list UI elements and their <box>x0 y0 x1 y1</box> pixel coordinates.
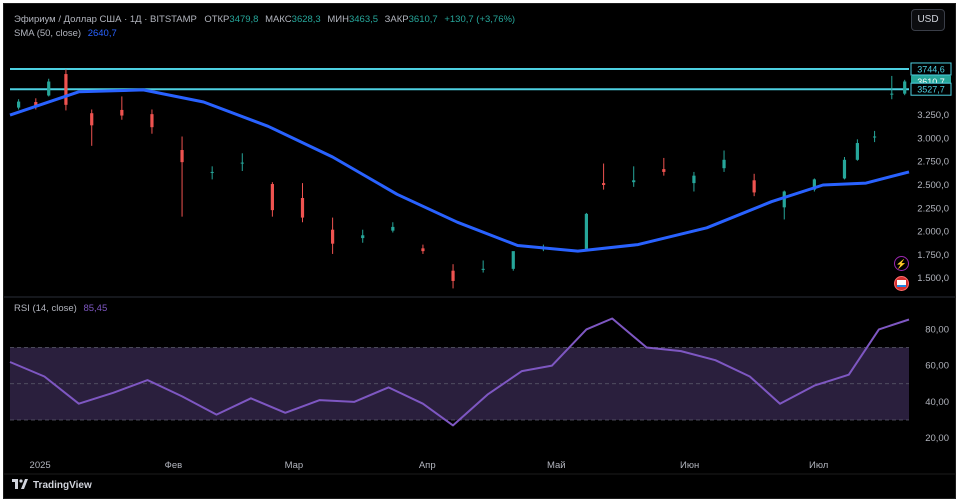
flag-glyph <box>897 280 906 287</box>
candle-body-7 <box>180 150 184 163</box>
x-tick-label-2: Мар <box>285 460 304 471</box>
candle-body-17 <box>481 268 485 270</box>
candle-body-0 <box>17 101 21 108</box>
candle-body-18 <box>511 251 515 269</box>
high-value: 3628,3 <box>291 14 321 25</box>
rsi-tick-label-0: 20,00 <box>925 433 949 444</box>
candle-body-5 <box>120 109 124 116</box>
rsi-legend-label: RSI (14, close) <box>14 303 77 314</box>
sma-line <box>9 88 910 253</box>
x-tick-label-1: Фев <box>165 460 183 471</box>
candle-body-20 <box>584 213 588 250</box>
rsi-tick-label-1: 40,00 <box>925 397 949 408</box>
tradingview-logo-icon <box>12 479 28 492</box>
candle-body-25 <box>722 159 726 169</box>
candle-body-8 <box>210 171 214 173</box>
rsi-tick-label-3: 80,00 <box>925 324 949 335</box>
close-value: 3610,7 <box>408 14 438 25</box>
candle-body-21 <box>601 183 606 185</box>
candle-body-26 <box>752 180 756 193</box>
x-tick-label-4: Май <box>547 460 566 471</box>
candle-body-24 <box>692 175 696 184</box>
x-tick-label-5: Июн <box>680 460 699 471</box>
candle-body-32 <box>890 93 894 95</box>
level-tag-1: 3744,6 <box>917 64 945 74</box>
candle-body-4 <box>90 113 94 126</box>
symbol-title: Эфириум / Доллар США · 1Д · BITSTAMP <box>14 14 197 25</box>
candle-body-23 <box>662 169 666 172</box>
change-value: +130,7 (+3,76%) <box>444 14 516 25</box>
low-value: 3463,5 <box>348 14 379 25</box>
brand-name: TradingView <box>33 480 92 492</box>
candle-body-14 <box>391 226 395 231</box>
price-tick-label-7: 3.250,0 <box>917 110 949 121</box>
candle-body-11 <box>300 198 305 218</box>
level-tag-2: 3527,7 <box>917 85 945 95</box>
candle-body-3 <box>64 74 68 105</box>
close-label: ЗАКР <box>384 14 409 25</box>
flag-icon[interactable] <box>894 276 909 291</box>
brand[interactable]: TradingView <box>12 479 92 492</box>
candle-body-22 <box>632 180 636 183</box>
price-tick-label-6: 3.000,0 <box>917 133 949 144</box>
price-tick-label-5: 2.750,0 <box>917 157 949 168</box>
candle-body-2 <box>47 81 51 96</box>
open-label: ОТКР <box>204 14 230 25</box>
price-tick-label-0: 1.500,0 <box>917 273 949 284</box>
candle-body-12 <box>331 229 335 244</box>
chart-frame: 1.500,0 1.750,0 2.000,0 2.250,0 2.500,0 2.750… <box>3 3 956 499</box>
rsi-legend-value: 85,45 <box>83 303 108 314</box>
x-tick-label-3: Апр <box>419 460 436 471</box>
symbol-header: Эфириум / Доллар США · 1Д · BITSTAMP ОТК… <box>14 14 515 25</box>
candle-body-6 <box>150 114 154 128</box>
lightning-icon[interactable]: ⚡ <box>894 256 909 271</box>
rsi-tick-label-2: 60,00 <box>925 361 949 372</box>
sma-legend[interactable]: SMA (50, close) 2640,7 <box>14 28 117 39</box>
sma-legend-label: SMA (50, close) <box>14 28 82 39</box>
candle-body-15 <box>421 248 425 252</box>
chart-canvas[interactable]: 1.500,0 1.750,0 2.000,0 2.250,0 2.500,0 2.750… <box>4 4 956 499</box>
rsi-legend[interactable]: RSI (14, close) 85,45 <box>14 303 107 314</box>
low-label: МИН <box>327 14 349 25</box>
currency-button[interactable]: USD <box>911 9 945 31</box>
candle-body-29 <box>842 159 847 179</box>
price-tick-label-3: 2.250,0 <box>917 203 949 214</box>
candle-body-9 <box>240 162 244 164</box>
price-tick-label-2: 2.000,0 <box>917 227 949 238</box>
high-label: МАКС <box>265 14 292 25</box>
x-tick-label-6: Июл <box>809 460 828 471</box>
sma-legend-value: 2640,7 <box>87 28 117 39</box>
candle-body-30 <box>855 143 859 160</box>
price-tick-label-4: 2.500,0 <box>917 180 949 191</box>
open-value: 3479,8 <box>229 14 259 25</box>
candle-body-33 <box>903 81 907 94</box>
candle-body-10 <box>270 184 274 211</box>
candle-body-13 <box>361 235 365 239</box>
price-tick-label-1: 1.750,0 <box>917 250 949 261</box>
candle-body-16 <box>451 270 455 281</box>
candle-body-31 <box>872 136 877 138</box>
x-tick-label-0: 2025 <box>30 460 51 471</box>
